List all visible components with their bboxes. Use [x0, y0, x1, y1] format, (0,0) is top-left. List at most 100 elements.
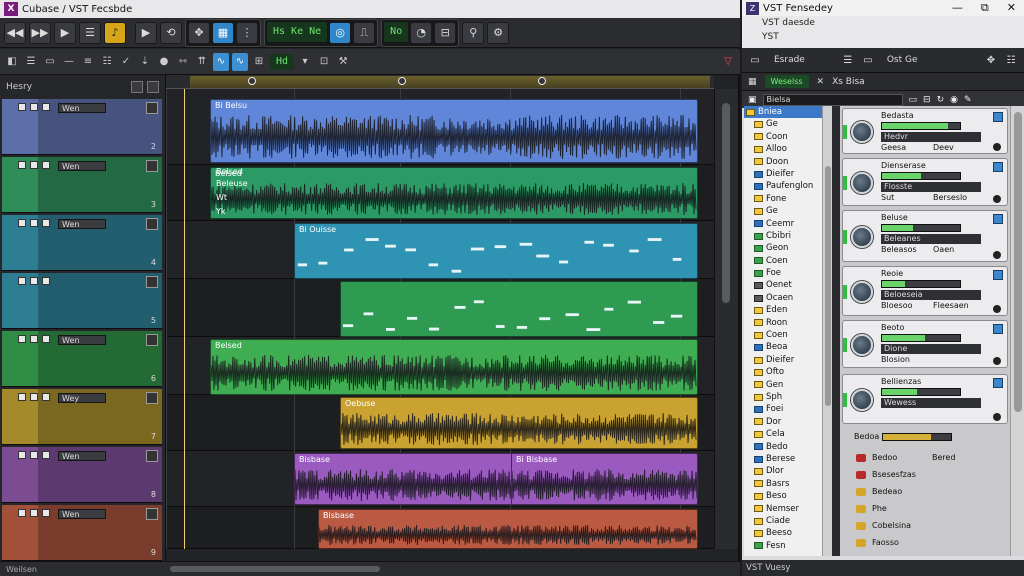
lines-icon[interactable]: ≡ [80, 53, 96, 71]
tree-item[interactable]: Roon [744, 317, 831, 329]
plugin-card[interactable]: Beoto Dione Blosion [842, 320, 1008, 368]
track-header[interactable]: Wen 4 [2, 215, 162, 271]
automation-icon[interactable]: ⇈ [194, 53, 210, 71]
close-filter-icon[interactable]: ✕ [817, 77, 825, 87]
add-track-icon[interactable] [131, 81, 143, 93]
plugin-param[interactable]: Flosste [881, 182, 981, 192]
track-name[interactable]: Wen [58, 451, 106, 461]
plugin-level-bar[interactable] [881, 122, 961, 130]
tree-item[interactable]: Ceemr [744, 218, 831, 230]
punch-button[interactable]: ◔ [410, 21, 433, 44]
rewind-button[interactable]: ◀◀ [4, 21, 26, 44]
plugin-param[interactable]: Dione [881, 344, 981, 354]
globe-icon[interactable]: ◉ [950, 95, 958, 105]
tree-item[interactable]: Berese [744, 453, 831, 465]
plugin-knob-icon[interactable] [851, 334, 873, 356]
tree-item[interactable]: Beso [744, 490, 831, 502]
list-icon[interactable]: ☷ [1004, 53, 1018, 67]
pane-divider[interactable] [832, 106, 840, 556]
track-name[interactable]: Wey [58, 393, 106, 403]
rec-icon[interactable] [42, 219, 50, 227]
plugin-knob-icon[interactable] [851, 172, 873, 194]
plugin-level-bar[interactable] [881, 172, 961, 180]
pointer-tool-button[interactable]: ✥ [188, 21, 210, 44]
plugin-level-bar[interactable] [881, 388, 961, 396]
tree-item[interactable]: Alloo [744, 143, 831, 155]
track-header[interactable]: Wen 2 [2, 99, 162, 155]
track-name[interactable]: Wen [58, 103, 106, 113]
window-icon[interactable]: ▭ [42, 53, 58, 71]
plugin-knob-icon[interactable] [851, 389, 873, 411]
minimize-icon[interactable]: — [952, 1, 963, 15]
tree-item[interactable]: Bniea [744, 106, 831, 119]
auto-scroll-icon[interactable]: ∿ [213, 52, 229, 71]
folder-icon[interactable]: ▭ [861, 53, 875, 67]
tools-icon[interactable]: ⚒ [335, 53, 351, 71]
tree-item[interactable]: Eden [744, 304, 831, 316]
marker-3-icon[interactable] [538, 77, 546, 85]
preset-icon[interactable]: ▣ [748, 95, 757, 105]
plugin-param[interactable]: Wewess [881, 398, 981, 408]
rec-icon[interactable] [42, 509, 50, 517]
mute-icon[interactable] [18, 219, 26, 227]
track-name[interactable]: Wen [58, 509, 106, 519]
instrument-item[interactable]: Bsesesfzas [842, 467, 1008, 483]
forward-button[interactable]: ▶▶ [29, 21, 51, 44]
loop-button[interactable]: ⟲ [160, 21, 182, 44]
track-name[interactable]: Wen [58, 219, 106, 229]
plugin-card[interactable]: Bellienzas Wewess [842, 374, 1008, 424]
split-tool-button[interactable]: ⋮ [236, 21, 258, 44]
plugin-power-icon[interactable] [993, 195, 1001, 203]
filter-chip-1[interactable]: Weselss [764, 75, 809, 88]
plugin-param[interactable]: Beloeseia [881, 290, 981, 300]
plugin-edit-button[interactable] [993, 378, 1003, 388]
plugin-param[interactable]: Beleanes [881, 234, 981, 244]
tree-item[interactable]: Bedo [744, 441, 831, 453]
list-view-icon[interactable]: ☰ [23, 53, 39, 71]
tree-item[interactable]: Fesn [744, 540, 831, 552]
edit-icon[interactable]: ✎ [964, 95, 972, 105]
arrow-down-icon[interactable]: ⇣ [137, 53, 153, 71]
audio-clip[interactable]: Bisbase [318, 509, 698, 549]
solo-icon[interactable] [30, 393, 38, 401]
tree-item[interactable]: Geon [744, 242, 831, 254]
track-name[interactable]: Wen [58, 335, 106, 345]
track-header[interactable]: Wen 3 [2, 157, 162, 213]
track-options-icon[interactable] [147, 81, 159, 93]
move-icon[interactable]: ✥ [984, 53, 998, 67]
mute-icon[interactable] [18, 103, 26, 111]
grid-icon[interactable]: ▦ [748, 77, 757, 87]
plugin-power-icon[interactable] [993, 357, 1001, 365]
track-header[interactable]: Wen 6 [2, 331, 162, 387]
refresh-icon[interactable]: ↻ [937, 95, 945, 105]
track-edit-icon[interactable] [146, 102, 158, 114]
track-header[interactable]: Wen 8 [2, 447, 162, 503]
tag-icon[interactable]: ⊟ [923, 95, 931, 105]
track-header[interactable]: Wey 7 [2, 389, 162, 445]
mixer-icon[interactable]: ☰ [79, 21, 101, 44]
ruler-icon[interactable]: ⊡ [316, 53, 332, 71]
list-view-icon[interactable]: ▭ [909, 95, 918, 105]
timeline-ruler[interactable] [166, 75, 714, 89]
close-icon[interactable]: ✕ [1007, 1, 1016, 15]
plugin-edit-button[interactable] [993, 214, 1003, 224]
instrument-item[interactable]: Cobelsina [842, 518, 1008, 534]
mute-icon[interactable] [18, 335, 26, 343]
click-button[interactable]: ⎍ [353, 21, 376, 44]
plugin-param[interactable]: Hedvr [881, 132, 981, 142]
circle-icon[interactable]: ● [156, 53, 172, 71]
tab-esrade[interactable]: Esrade [768, 54, 811, 66]
plugin-power-icon[interactable] [993, 413, 1001, 421]
tree-item[interactable]: Oenet [744, 279, 831, 291]
tree-item[interactable]: Ge [744, 118, 831, 130]
tree-item[interactable]: Dlor [744, 465, 831, 477]
mute-icon[interactable] [18, 393, 26, 401]
tree-item[interactable]: Dieifer [744, 354, 831, 366]
sync-button[interactable]: ◎ [329, 21, 352, 44]
plugin-level-bar[interactable] [881, 224, 961, 232]
plugin-knob-icon[interactable] [851, 121, 873, 143]
arrange-area[interactable]: Bi Belsu Belsed Bi Ouisse Belsed Oebuse Bisba… [166, 89, 714, 549]
plugin-power-icon[interactable] [993, 251, 1001, 259]
audio-clip[interactable]: Bi Bisbase [511, 453, 698, 505]
marker-1-icon[interactable] [248, 77, 256, 85]
